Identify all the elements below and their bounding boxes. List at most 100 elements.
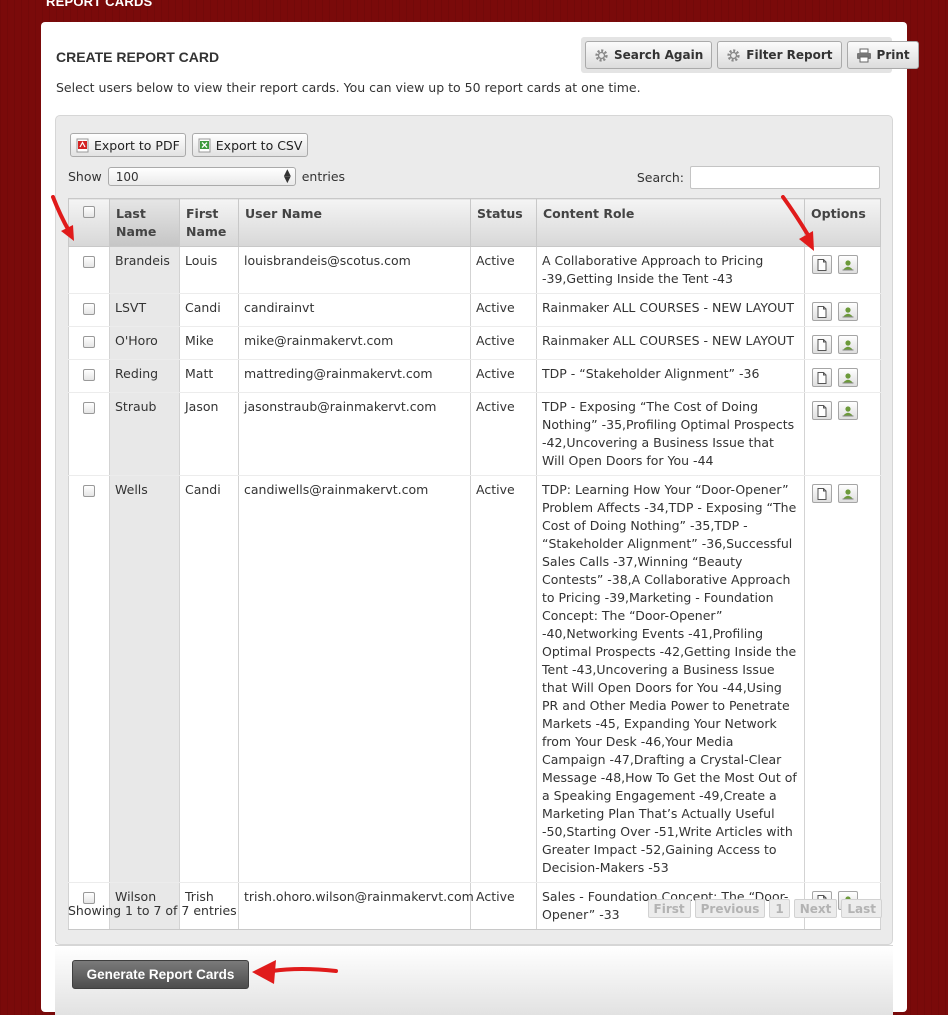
table-row: Straub Jason jasonstraub@rainmakervt.com…	[68, 392, 881, 476]
table-header-row: Last Name First Name User Name Status Co…	[68, 198, 881, 247]
search-input[interactable]	[690, 166, 880, 189]
options-cell	[804, 392, 881, 476]
first-name-cell: Jason	[179, 392, 239, 476]
print-label: Print	[876, 48, 910, 62]
content-role-cell: Rainmaker ALL COURSES - NEW LAYOUT	[536, 326, 805, 360]
page-previous-button[interactable]: Previous	[694, 899, 766, 918]
page-number-button[interactable]: 1	[769, 899, 790, 918]
report-users-table: Last Name First Name User Name Status Co…	[68, 198, 881, 930]
content-role-cell: TDP - Exposing “The Cost of Doing Nothin…	[536, 392, 805, 476]
row-checkbox[interactable]	[83, 402, 95, 414]
status-cell: Active	[470, 326, 537, 360]
user-name-cell: trish.ohoro.wilson@rainmakervt.com	[238, 882, 474, 930]
row-select-cell	[68, 246, 110, 294]
search-again-button[interactable]: Search Again	[585, 41, 713, 69]
last-name-cell: LSVT	[109, 293, 180, 327]
column-status[interactable]: Status	[470, 198, 537, 247]
user-icon	[842, 405, 854, 416]
view-report-button[interactable]	[812, 335, 832, 354]
last-name-cell: Straub	[109, 392, 180, 476]
status-cell: Active	[470, 246, 537, 294]
document-icon	[817, 404, 827, 417]
page-next-button[interactable]: Next	[793, 899, 838, 918]
generate-report-cards-button[interactable]: Generate Report Cards	[72, 960, 249, 989]
last-name-cell: Wells	[109, 475, 180, 883]
entries-label: entries	[301, 169, 346, 184]
user-name-cell: louisbrandeis@scotus.com	[238, 246, 471, 294]
user-report-button[interactable]	[838, 335, 858, 354]
content-role-cell: TDP: Learning How Your “Door-Opener” Pro…	[536, 475, 805, 883]
row-select-cell	[68, 326, 110, 360]
column-user-name[interactable]: User Name	[238, 198, 471, 247]
entries-length-value: 100	[115, 169, 139, 184]
user-report-button[interactable]	[838, 368, 858, 387]
row-checkbox[interactable]	[83, 336, 95, 348]
column-first-name[interactable]: First Name	[179, 198, 239, 247]
options-cell	[804, 293, 881, 327]
status-cell: Active	[470, 359, 537, 393]
select-arrows-icon: ▲ ▼	[283, 167, 291, 185]
table-row: LSVT Candi candirainvt Active Rainmaker …	[68, 293, 881, 327]
table-row: O'Horo Mike mike@rainmakervt.com Active …	[68, 326, 881, 360]
user-report-button[interactable]	[838, 401, 858, 420]
status-cell: Active	[470, 882, 537, 930]
options-cell	[804, 326, 881, 360]
first-name-cell: Candi	[179, 475, 239, 883]
pdf-icon	[76, 138, 89, 152]
page-last-button[interactable]: Last	[841, 899, 882, 918]
export-toolbar: Export to PDF Export to CSV	[70, 133, 309, 157]
row-checkbox[interactable]	[83, 256, 95, 268]
row-checkbox[interactable]	[83, 303, 95, 315]
export-csv-label: Export to CSV	[215, 137, 303, 153]
select-all-checkbox[interactable]	[83, 206, 95, 218]
view-report-button[interactable]	[812, 368, 832, 387]
user-report-button[interactable]	[838, 302, 858, 321]
top-action-group: Search Again Filter Report Print	[581, 37, 919, 73]
document-icon	[817, 338, 827, 351]
user-name-cell: mike@rainmakervt.com	[238, 326, 471, 360]
column-last-name[interactable]: Last Name	[109, 198, 180, 247]
export-pdf-button[interactable]: Export to PDF	[70, 133, 186, 157]
filter-report-label: Filter Report	[746, 48, 833, 62]
column-options: Options	[804, 198, 881, 247]
view-report-button[interactable]	[812, 302, 832, 321]
document-icon	[817, 487, 827, 500]
entries-length-select[interactable]: 100 ▲ ▼	[107, 167, 296, 186]
page-heading: REPORT CARDS	[46, 0, 153, 9]
print-button[interactable]: Print	[846, 41, 919, 69]
options-cell	[804, 475, 881, 883]
view-report-button[interactable]	[812, 401, 832, 420]
status-cell: Active	[470, 293, 537, 327]
view-report-button[interactable]	[812, 484, 832, 503]
user-report-button[interactable]	[838, 484, 858, 503]
entries-length-control: Show 100 ▲ ▼ entries	[68, 167, 345, 186]
first-name-cell: Matt	[179, 359, 239, 393]
show-label: Show	[68, 169, 102, 184]
user-icon	[842, 259, 854, 270]
user-name-cell: mattreding@rainmakervt.com	[238, 359, 471, 393]
export-csv-button[interactable]: Export to CSV	[191, 133, 309, 157]
pagination: First Previous 1 Next Last	[647, 899, 882, 918]
document-icon	[817, 305, 827, 318]
first-name-cell: Mike	[179, 326, 239, 360]
view-report-button[interactable]	[812, 255, 832, 274]
card-title: CREATE REPORT CARD	[56, 49, 220, 65]
user-icon	[842, 339, 854, 350]
row-select-cell	[68, 359, 110, 393]
status-cell: Active	[470, 475, 537, 883]
last-name-cell: O'Horo	[109, 326, 180, 360]
gear-icon	[727, 48, 740, 62]
user-name-cell: candirainvt	[238, 293, 471, 327]
select-all-header	[68, 198, 110, 247]
row-checkbox[interactable]	[83, 485, 95, 497]
first-name-cell: Candi	[179, 293, 239, 327]
gear-icon	[595, 48, 608, 62]
column-content-role[interactable]: Content Role	[536, 198, 805, 247]
filter-report-button[interactable]: Filter Report	[717, 41, 842, 69]
table-search: Search:	[637, 166, 880, 189]
row-checkbox[interactable]	[83, 369, 95, 381]
user-report-button[interactable]	[838, 255, 858, 274]
page-first-button[interactable]: First	[647, 899, 691, 918]
report-card-panel: CREATE REPORT CARD Select users below to…	[41, 22, 919, 1015]
card-footer: Generate Report Cards	[55, 945, 893, 1015]
